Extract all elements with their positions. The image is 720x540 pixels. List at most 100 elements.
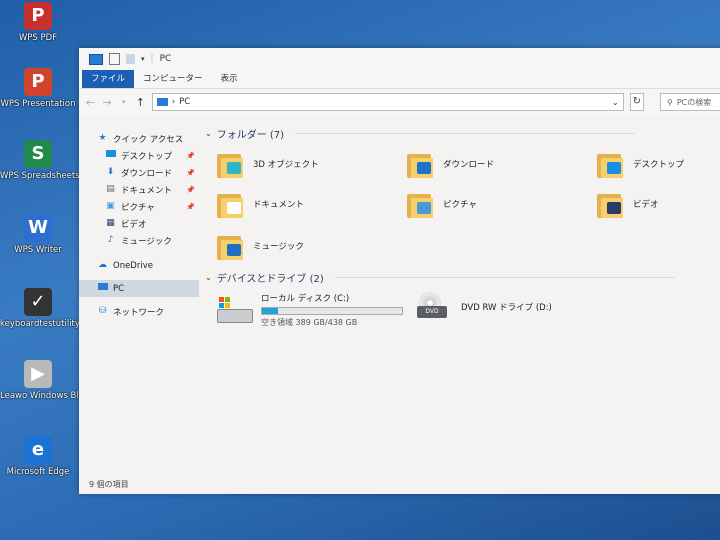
drive-name: DVD RW ドライブ (D:) [461, 303, 552, 313]
properties-icon[interactable] [109, 53, 120, 65]
sidebar-item-documents[interactable]: ▤ ドキュメント 📌 [79, 181, 199, 198]
pin-icon: 📌 [186, 202, 195, 211]
folder-icon [405, 148, 435, 180]
sidebar-item-downloads[interactable]: ⬇ ダウンロード 📌 [79, 164, 199, 181]
desktop-shortcut[interactable]: ▶ Leawo Windows Blu-ray Player [0, 360, 131, 401]
tab-view[interactable]: 表示 [212, 70, 247, 88]
folder-item[interactable]: 3D オブジェクト [215, 148, 319, 180]
app-icon: P [24, 68, 52, 96]
sidebar-item-label: ミュージック [121, 236, 172, 247]
sidebar-item-label: ビデオ [121, 219, 147, 230]
folder-name: ダウンロード [443, 160, 495, 170]
sidebar-item-pc[interactable]: PC [79, 280, 199, 297]
up-arrow-icon[interactable]: ↑ [135, 96, 146, 109]
desktop-shortcut[interactable]: P WPS Presentation [0, 68, 76, 109]
download-icon: ⬇ [106, 167, 115, 177]
sidebar-item-music[interactable]: ♪ ミュージック [79, 232, 199, 249]
section-divider [295, 133, 636, 134]
folder-name: ピクチャ [443, 200, 477, 210]
desktop-shortcut[interactable]: S WPS Spreadsheets [0, 140, 80, 181]
sidebar-item-quick-access[interactable]: ★ クイック アクセス [79, 130, 199, 147]
folder-item[interactable]: デスクトップ [595, 148, 684, 180]
computer-icon [97, 283, 108, 294]
desktop-shortcut-label: Microsoft Edge [6, 467, 70, 477]
sidebar-item-label: PC [113, 283, 125, 294]
folder-item[interactable]: ドキュメント [215, 188, 304, 220]
pin-icon: 📌 [186, 168, 195, 177]
drive-usage-bar [261, 307, 403, 315]
back-arrow-icon[interactable]: ← [85, 96, 96, 109]
folder-icon [215, 188, 245, 220]
drive-item[interactable]: DVD DVD RW ドライブ (D:) [415, 292, 552, 322]
search-icon: ⚲ [666, 97, 673, 107]
address-dropdown-icon[interactable]: ⌄ [612, 98, 619, 107]
app-icon: P [24, 2, 52, 30]
section-title: デバイスとドライブ (2) [216, 274, 324, 285]
folder-name: 3D オブジェクト [253, 160, 319, 170]
folder-icon [215, 230, 245, 262]
tab-file[interactable]: ファイル [82, 70, 135, 88]
picture-icon: ▣ [106, 201, 115, 211]
folders-section-header[interactable]: ⌄ フォルダー (7) [205, 126, 636, 141]
desktop-shortcut[interactable]: P WPS PDF [0, 2, 76, 43]
recent-locations-icon[interactable]: ▾ [118, 98, 129, 106]
desktop: P WPS PDF P WPS Presentation S WPS Spreadshee… [0, 0, 131, 540]
desktop-shortcut[interactable]: e Microsoft Edge [0, 436, 76, 477]
desktop-icon [105, 150, 116, 161]
music-note-icon: ♪ [107, 235, 114, 245]
folder-icon [595, 148, 625, 180]
computer-icon [156, 98, 168, 106]
folder-name: デスクトップ [633, 160, 685, 170]
navigation-pane: ★ クイック アクセス デスクトップ 📌 ⬇ ダウンロード 📌 ▤ ドキュメント… [79, 114, 199, 474]
folder-item[interactable]: ダウンロード [405, 148, 494, 180]
folder-item[interactable]: ピクチャ [405, 188, 477, 220]
sidebar-item-label: ドキュメント [121, 185, 173, 196]
search-input[interactable]: ⚲ PCの検索 [659, 93, 720, 111]
chevron-down-icon: ⌄ [205, 129, 212, 138]
sidebar-item-onedrive[interactable]: ☁ OneDrive [79, 257, 199, 274]
tab-computer[interactable]: コンピューター [134, 70, 212, 88]
app-icon: ✓ [24, 288, 52, 316]
star-icon: ★ [98, 133, 107, 143]
sidebar-item-label: OneDrive [113, 260, 153, 271]
breadcrumb-chevron-icon: › [171, 97, 176, 107]
app-icon: ▶ [24, 360, 52, 388]
app-icon: W [24, 214, 52, 242]
desktop-shortcut[interactable]: ✓ keyboardtestutility [0, 288, 80, 329]
address-path: PC [179, 97, 191, 107]
quick-access-dropdown-icon[interactable]: ▾ [141, 55, 145, 63]
sidebar-item-label: デスクトップ [121, 151, 173, 162]
folder-item[interactable]: ビデオ [595, 188, 659, 220]
sidebar-item-label: ネットワーク [113, 307, 165, 318]
desktop-shortcut-label: WPS Presentation [0, 99, 76, 109]
desktop-shortcut-label: Leawo Windows Blu-ray Player [0, 391, 131, 401]
title-separator: | [150, 54, 154, 64]
content-pane: ⌄ フォルダー (7) 3D オブジェクト ダウンロード デスクトップドキュメント ピ… [201, 114, 720, 474]
app-icon: e [24, 436, 52, 464]
forward-arrow-icon[interactable]: → [102, 96, 113, 109]
desktop-shortcut[interactable]: W WPS Writer [0, 214, 76, 255]
cloud-icon: ☁ [98, 260, 107, 270]
devices-section-header[interactable]: ⌄ デバイスとドライブ (2) [205, 270, 675, 285]
sidebar-item-videos[interactable]: ▦ ビデオ [79, 215, 199, 232]
navigation-bar: ← → ▾ ↑ › PC ⌄ ↻ ⚲ PCの検索 [79, 89, 720, 115]
folder-item[interactable]: ミュージック [215, 230, 304, 262]
drive-item[interactable]: ローカル ディスク (C:) 空き領域 389 GB/438 GB [215, 292, 403, 328]
new-folder-icon[interactable] [126, 54, 135, 64]
sidebar-item-network[interactable]: ⛁ ネットワーク [79, 303, 199, 320]
network-icon: ⛁ [98, 306, 107, 316]
drive-name: ローカル ディスク (C:) [261, 294, 350, 304]
sidebar-item-pictures[interactable]: ▣ ピクチャ 📌 [79, 198, 199, 215]
desktop-shortcut-label: WPS Spreadsheets [0, 171, 80, 181]
refresh-button[interactable]: ↻ [629, 93, 644, 111]
computer-icon [89, 53, 103, 65]
folder-icon [215, 148, 245, 180]
ribbon: ファイル コンピューター 表示 [79, 70, 720, 89]
address-bar[interactable]: › PC ⌄ [151, 93, 624, 111]
dvd-drive-icon: DVD [415, 292, 453, 322]
sidebar-item-desktop[interactable]: デスクトップ 📌 [79, 147, 199, 164]
status-bar-item-count: 9 個の項目 [89, 480, 129, 489]
pin-icon: 📌 [186, 151, 195, 160]
local-disk-icon [215, 295, 253, 325]
sidebar-item-label: ダウンロード [121, 168, 173, 179]
